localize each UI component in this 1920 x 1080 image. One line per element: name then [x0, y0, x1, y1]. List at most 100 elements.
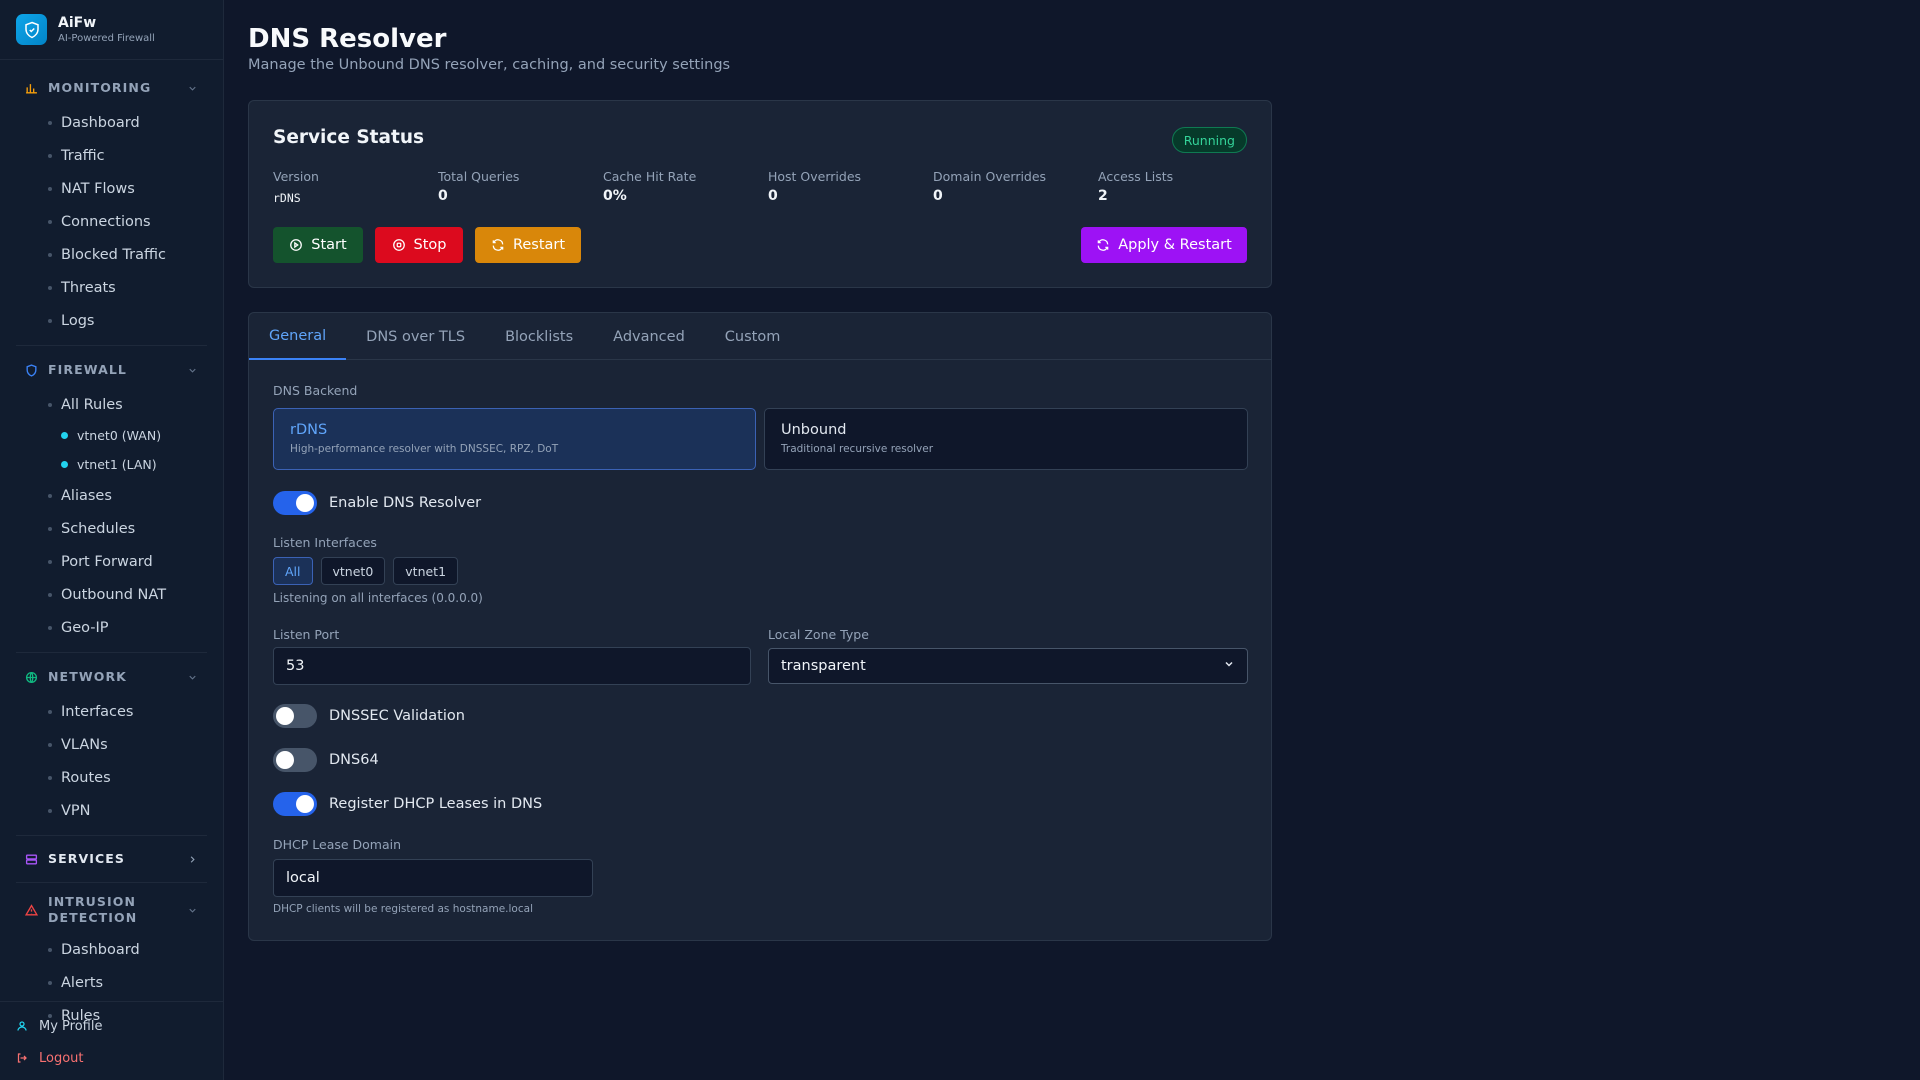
tab-advanced[interactable]: Advanced: [593, 313, 705, 360]
bullet: [48, 980, 52, 985]
interface-chip-vtnet0[interactable]: vtnet0: [320, 557, 386, 585]
bullet: [48, 808, 52, 813]
restart-button[interactable]: Restart: [475, 227, 581, 263]
bullet: [48, 947, 52, 952]
sidebar-item-label: Outbound NAT: [61, 586, 167, 603]
local-zone-type-select[interactable]: transparent: [768, 648, 1248, 684]
sidebar-subitem-vtnet0[interactable]: vtnet0 (WAN): [16, 421, 207, 450]
sidebar-item-all-rules[interactable]: All Rules: [16, 388, 207, 421]
listen-port-label: Listen Port: [273, 627, 340, 642]
bullet: [48, 625, 52, 630]
sidebar-nav: MONITORING Dashboard Traffic NAT Flows C…: [0, 60, 223, 1032]
tab-blocklists[interactable]: Blocklists: [485, 313, 593, 360]
bullet: [48, 592, 52, 597]
sidebar-item-logs[interactable]: Logs: [16, 304, 207, 337]
dhcp-hint: DHCP clients will be registered as hostn…: [273, 903, 533, 915]
stat-value: rDNS: [273, 191, 301, 205]
stop-button[interactable]: Stop: [375, 227, 463, 263]
stat-label: Total Queries: [438, 169, 520, 184]
interface-chips: All vtnet0 vtnet1: [273, 557, 466, 585]
dns64-toggle-row[interactable]: DNS64: [273, 748, 379, 772]
chevron-down-icon: [187, 671, 199, 683]
interface-chip-all[interactable]: All: [273, 557, 313, 585]
settings-tabs: General DNS over TLS Blocklists Advanced…: [249, 313, 1271, 360]
dnssec-validation-toggle[interactable]: [273, 704, 317, 728]
sidebar-item-outbound-nat[interactable]: Outbound NAT: [16, 578, 207, 611]
stat-value: 0: [768, 188, 778, 204]
service-status-card: Service Status Running Version rDNS Tota…: [248, 100, 1272, 288]
refresh-icon: [491, 238, 505, 252]
apply-restart-button[interactable]: Apply & Restart: [1081, 227, 1247, 263]
sidebar-item-geo-ip[interactable]: Geo-IP: [16, 611, 207, 644]
sidebar-subitem-label: vtnet1 (LAN): [77, 457, 157, 472]
sidebar-item-label: Threats: [61, 279, 116, 296]
sidebar-subitem-label: vtnet0 (WAN): [77, 428, 162, 443]
toggle-label: Register DHCP Leases in DNS: [329, 796, 543, 812]
sidebar-item-dashboard[interactable]: Dashboard: [16, 106, 207, 139]
backend-name: rDNS: [290, 422, 328, 438]
section-firewall-header[interactable]: FIREWALL: [16, 352, 207, 388]
listen-port-input[interactable]: 53: [273, 647, 751, 685]
section-monitoring-header[interactable]: MONITORING: [16, 70, 207, 106]
tab-dns-over-tls[interactable]: DNS over TLS: [346, 313, 485, 360]
sidebar-item-label: Interfaces: [61, 703, 134, 720]
play-circle-icon: [289, 238, 303, 252]
sidebar-item-blocked-traffic[interactable]: Blocked Traffic: [16, 238, 207, 271]
sidebar-item-alerts[interactable]: Alerts: [16, 966, 207, 999]
select-value: transparent: [781, 658, 866, 674]
shield-icon: [24, 363, 38, 377]
sidebar-item-label: All Rules: [61, 396, 123, 413]
sidebar-item-vpn[interactable]: VPN: [16, 794, 207, 827]
enable-dns-resolver-toggle-row[interactable]: Enable DNS Resolver: [273, 491, 481, 515]
sidebar-item-port-forward[interactable]: Port Forward: [16, 545, 207, 578]
section-firewall: FIREWALL All Rules vtnet0 (WAN) vtnet1 (…: [16, 346, 207, 653]
tab-general[interactable]: General: [249, 313, 347, 360]
dns64-toggle[interactable]: [273, 748, 317, 772]
interface-chip-vtnet1[interactable]: vtnet1: [393, 557, 459, 585]
dnssec-toggle-row[interactable]: DNSSEC Validation: [273, 704, 465, 728]
sidebar-item-aliases[interactable]: Aliases: [16, 479, 207, 512]
bullet: [48, 709, 52, 714]
sidebar-item-label: Traffic: [61, 147, 105, 164]
sidebar-item-schedules[interactable]: Schedules: [16, 512, 207, 545]
toggle-knob: [276, 751, 294, 769]
section-network: NETWORK Interfaces VLANs Routes VPN: [16, 653, 207, 836]
sidebar-item-interfaces[interactable]: Interfaces: [16, 695, 207, 728]
backend-option-rdns[interactable]: rDNS High-performance resolver with DNSS…: [273, 408, 756, 470]
tab-custom[interactable]: Custom: [705, 313, 801, 360]
brand-name: AiFw: [58, 15, 97, 31]
sidebar-item-ids-dashboard[interactable]: Dashboard: [16, 933, 207, 966]
enable-dns-resolver-toggle[interactable]: [273, 491, 317, 515]
bullet: [48, 493, 52, 498]
dhcp-lease-domain-input[interactable]: local: [273, 859, 593, 897]
backend-name: Unbound: [781, 422, 847, 438]
sidebar-item-vlans[interactable]: VLANs: [16, 728, 207, 761]
section-services-header[interactable]: SERVICES: [16, 841, 207, 877]
sidebar-item-nat-flows[interactable]: NAT Flows: [16, 172, 207, 205]
section-intrusion-detection-header[interactable]: INTRUSION DETECTION: [16, 891, 207, 929]
stat-cache-hit-rate: Cache Hit Rate 0%: [603, 169, 768, 205]
backend-description: High-performance resolver with DNSSEC, R…: [290, 443, 559, 455]
logout-link[interactable]: Logout: [16, 1042, 207, 1074]
sidebar-item-connections[interactable]: Connections: [16, 205, 207, 238]
sidebar-subitem-vtnet1[interactable]: vtnet1 (LAN): [16, 450, 207, 479]
start-button[interactable]: Start: [273, 227, 363, 263]
local-zone-type-label: Local Zone Type: [768, 627, 869, 642]
register-dhcp-toggle-row[interactable]: Register DHCP Leases in DNS: [273, 792, 542, 816]
toggle-knob: [296, 494, 314, 512]
register-dhcp-toggle[interactable]: [273, 792, 317, 816]
interface-dot: [61, 432, 68, 439]
backend-option-unbound[interactable]: Unbound Traditional recursive resolver: [764, 408, 1248, 470]
sidebar-item-traffic[interactable]: Traffic: [16, 139, 207, 172]
stat-label: Host Overrides: [768, 169, 862, 184]
sidebar-item-label: NAT Flows: [61, 180, 135, 197]
stat-value: 2: [1098, 188, 1108, 204]
status-badge: Running: [1171, 127, 1247, 153]
sidebar-item-label: Connections: [61, 213, 151, 230]
sidebar-item-routes[interactable]: Routes: [16, 761, 207, 794]
section-title: FIREWALL: [48, 362, 127, 377]
sidebar-item-threats[interactable]: Threats: [16, 271, 207, 304]
my-profile-link[interactable]: My Profile: [16, 1010, 207, 1042]
section-network-header[interactable]: NETWORK: [16, 659, 207, 695]
brand[interactable]: AiFw AI-Powered Firewall: [0, 0, 223, 60]
